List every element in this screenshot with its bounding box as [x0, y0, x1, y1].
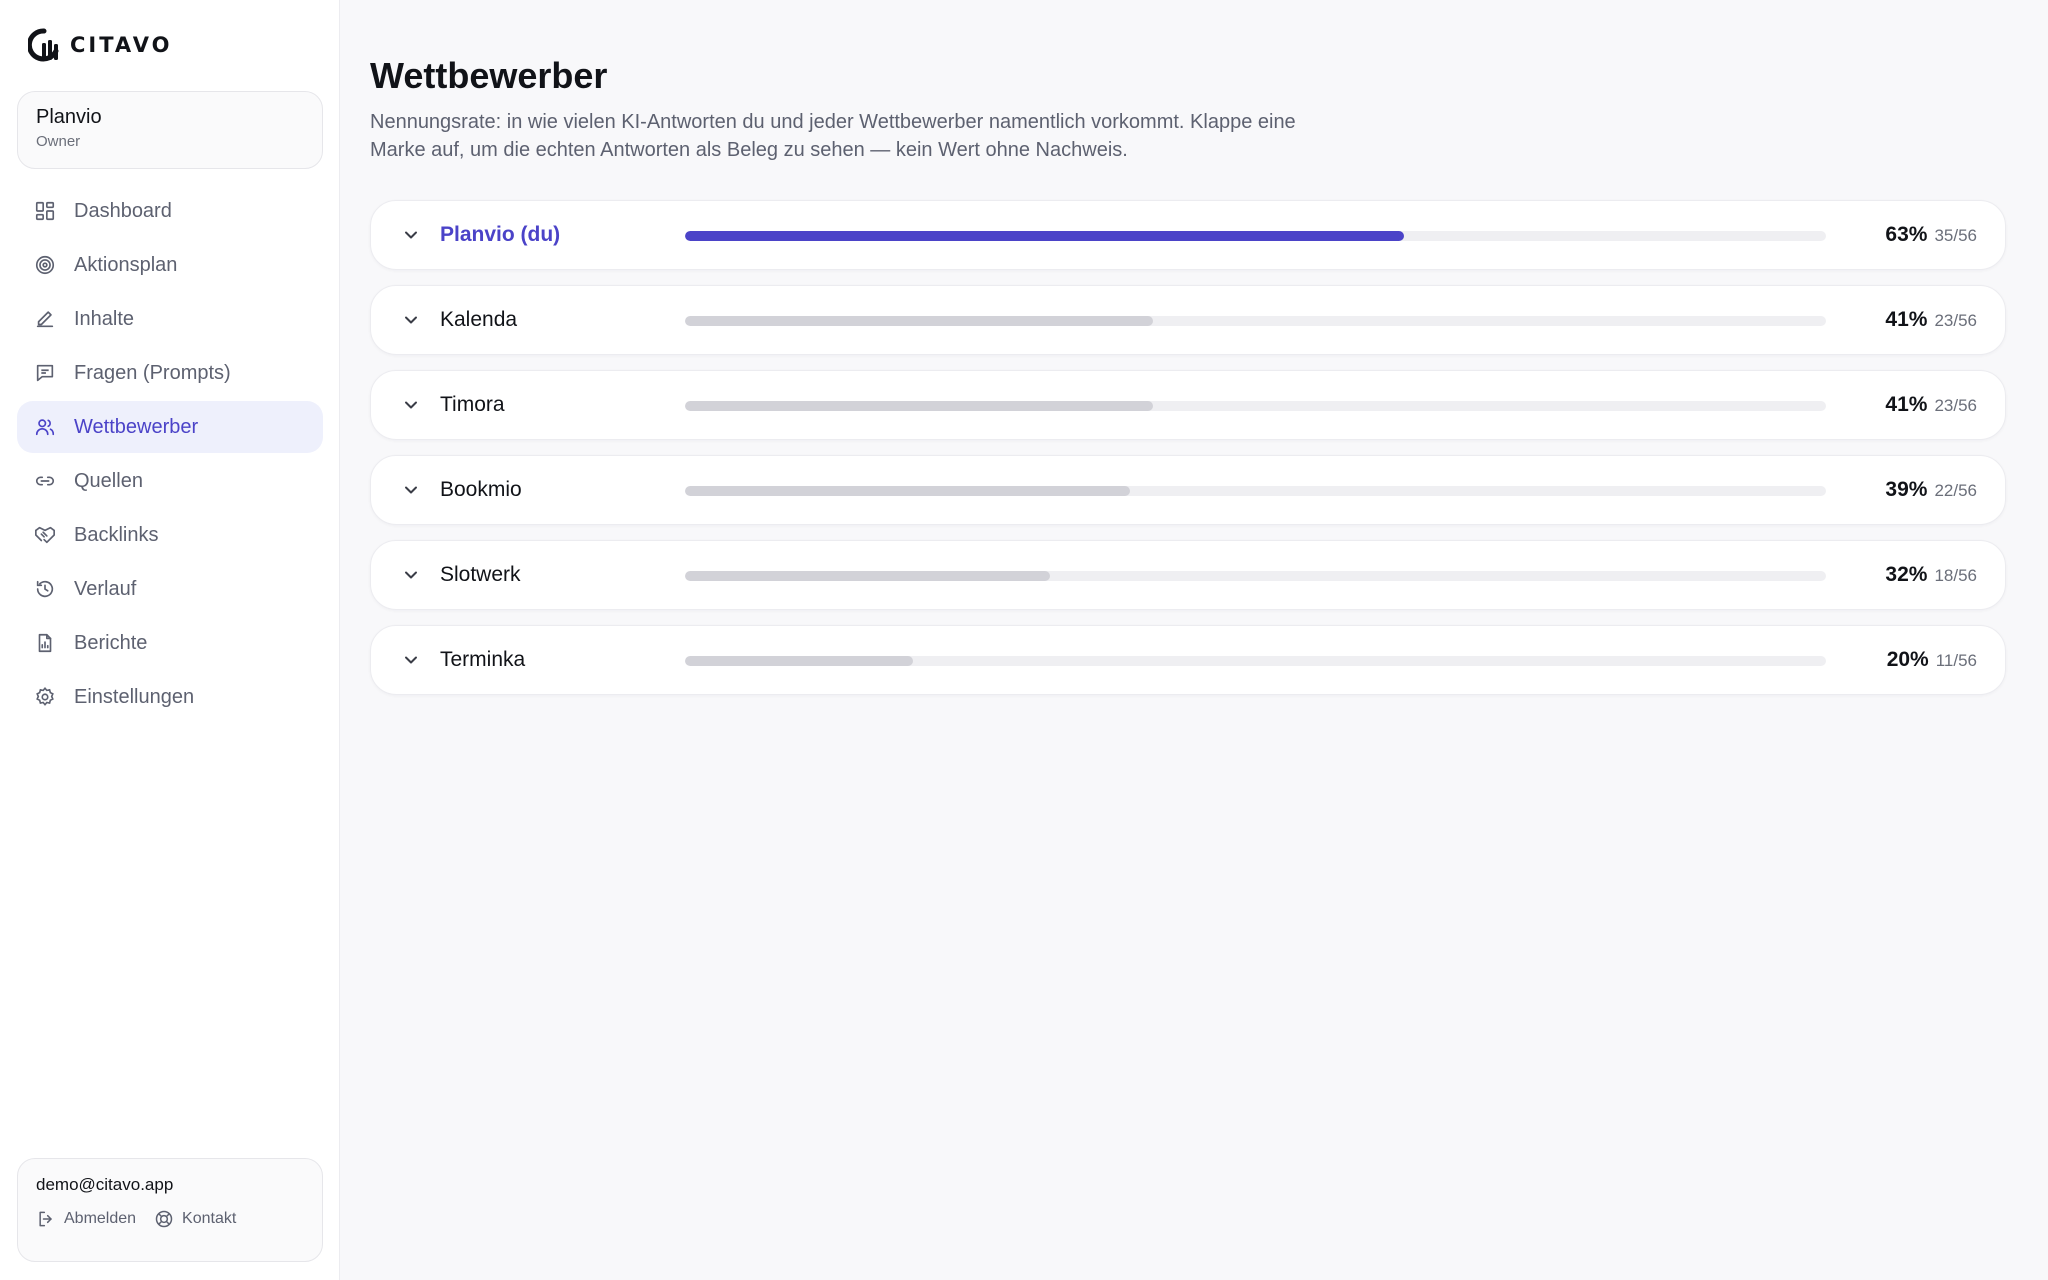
mention-ratio: 11/56: [1935, 651, 1977, 670]
sidebar-item-verlauf[interactable]: Verlauf: [17, 563, 323, 615]
mention-ratio: 18/56: [1934, 566, 1977, 585]
sidebar-item-wettbewerber[interactable]: Wettbewerber: [17, 401, 323, 453]
mention-rate-bar: [685, 656, 914, 666]
mention-percent: 41%: [1885, 393, 1928, 416]
sidebar-item-label: Verlauf: [74, 577, 137, 600]
handshake-icon: [35, 526, 55, 544]
mention-ratio: 23/56: [1934, 311, 1977, 330]
competitor-name: Planvio (du): [440, 223, 561, 246]
sidebar-nav: Dashboard Aktionsplan Inhalte Fragen (Pr…: [17, 185, 323, 725]
competitor-row[interactable]: Terminka 20% 11/56: [370, 625, 2006, 695]
page-title: Wettbewerber: [370, 55, 608, 96]
users-icon: [35, 419, 55, 436]
user-email: demo@citavo.app: [36, 1175, 174, 1194]
chevron-down-icon[interactable]: [401, 395, 421, 415]
citavo-logo-icon: [28, 28, 59, 62]
pen-icon: [36, 311, 54, 328]
sidebar-item-dashboard[interactable]: Dashboard: [17, 185, 323, 237]
mention-percent: 63%: [1885, 223, 1928, 246]
competitor-name: Terminka: [440, 648, 526, 671]
mention-percent: 41%: [1885, 308, 1928, 331]
mention-ratio: 23/56: [1934, 396, 1977, 415]
competitor-name: Slotwerk: [440, 563, 521, 586]
sidebar-item-label: Inhalte: [74, 307, 135, 330]
brand-logo[interactable]: CITAVO: [28, 28, 172, 62]
chevron-down-icon[interactable]: [401, 650, 421, 670]
contact-label: Kontakt: [182, 1210, 237, 1227]
page-description: Nennungsrate: in wie vielen KI-Antworten…: [370, 111, 1296, 161]
sidebar-item-label: Einstellungen: [74, 685, 195, 708]
chevron-down-icon[interactable]: [401, 480, 421, 500]
sidebar-item-fragen[interactable]: Fragen (Prompts): [17, 347, 323, 399]
sidebar: CITAVO Planvio Owner Dashboard Aktionspl…: [0, 0, 340, 1280]
sidebar-item-aktionsplan[interactable]: Aktionsplan: [17, 239, 323, 291]
competitor-row[interactable]: Kalenda 41% 23/56: [370, 285, 2006, 355]
competitor-name: Timora: [440, 393, 505, 416]
workspace-role: Owner: [36, 133, 81, 150]
mention-rate-track: [685, 656, 1826, 666]
workspace-name: Planvio: [36, 106, 102, 128]
sidebar-item-label: Fragen (Prompts): [74, 361, 231, 384]
mention-rate-track: [685, 231, 1826, 241]
mention-rate-track: [685, 486, 1826, 496]
sidebar-item-backlinks[interactable]: Backlinks: [17, 509, 323, 561]
sidebar-item-label: Berichte: [74, 631, 148, 654]
link-icon: [35, 476, 55, 486]
dashboard-icon: [35, 201, 55, 221]
lifebuoy-icon: [155, 1210, 173, 1228]
sidebar-item-einstellungen[interactable]: Einstellungen: [17, 671, 323, 723]
sidebar-item-label: Backlinks: [74, 523, 159, 546]
logo-text: CITAVO: [70, 33, 173, 57]
mention-percent: 32%: [1885, 563, 1928, 586]
history-icon: [36, 580, 54, 598]
competitor-row[interactable]: Timora 41% 23/56: [370, 370, 2006, 440]
sidebar-item-label: Wettbewerber: [74, 415, 199, 438]
logout-icon: [39, 1211, 52, 1227]
chevron-down-icon[interactable]: [401, 565, 421, 585]
competitor-name: Kalenda: [440, 308, 518, 331]
mention-ratio: 35/56: [1934, 226, 1977, 245]
target-icon: [35, 255, 55, 275]
sidebar-item-label: Quellen: [74, 469, 143, 492]
mention-rate-bar: [685, 571, 1051, 581]
competitor-name: Bookmio: [440, 478, 522, 501]
mention-rate-track: [685, 571, 1826, 581]
competitor-row[interactable]: Bookmio 39% 22/56: [370, 455, 2006, 525]
chevron-down-icon[interactable]: [401, 310, 421, 330]
competitor-row[interactable]: Planvio (du) 63% 35/56: [370, 200, 2006, 270]
sidebar-item-berichte[interactable]: Berichte: [17, 617, 323, 669]
report-icon: [38, 633, 52, 653]
sidebar-item-label: Aktionsplan: [74, 253, 178, 276]
mention-ratio: 22/56: [1934, 481, 1977, 500]
mention-rate-bar: [685, 316, 1153, 326]
mention-rate-track: [685, 401, 1826, 411]
logout-button[interactable]: Abmelden: [36, 1209, 136, 1229]
message-icon: [36, 364, 54, 382]
user-card: demo@citavo.app Abmelden Kontakt: [17, 1158, 323, 1262]
gear-icon: [36, 687, 54, 706]
mention-rate-bar: [685, 401, 1153, 411]
chevron-down-icon[interactable]: [401, 225, 421, 245]
mention-rate-track: [685, 316, 1826, 326]
sidebar-item-quellen[interactable]: Quellen: [17, 455, 323, 507]
mention-percent: 20%: [1886, 648, 1929, 671]
sidebar-item-label: Dashboard: [74, 199, 172, 222]
workspace-switcher[interactable]: Planvio Owner: [17, 91, 323, 169]
mention-percent: 39%: [1885, 478, 1928, 501]
contact-button[interactable]: Kontakt: [154, 1209, 236, 1229]
competitor-list: Planvio (du) 63% 35/56 Kalenda 41% 23/56 T…: [370, 200, 2006, 710]
competitor-row[interactable]: Slotwerk 32% 18/56: [370, 540, 2006, 610]
mention-rate-bar: [685, 231, 1404, 241]
mention-rate-bar: [685, 486, 1130, 496]
sidebar-item-inhalte[interactable]: Inhalte: [17, 293, 323, 345]
logout-label: Abmelden: [64, 1210, 137, 1227]
